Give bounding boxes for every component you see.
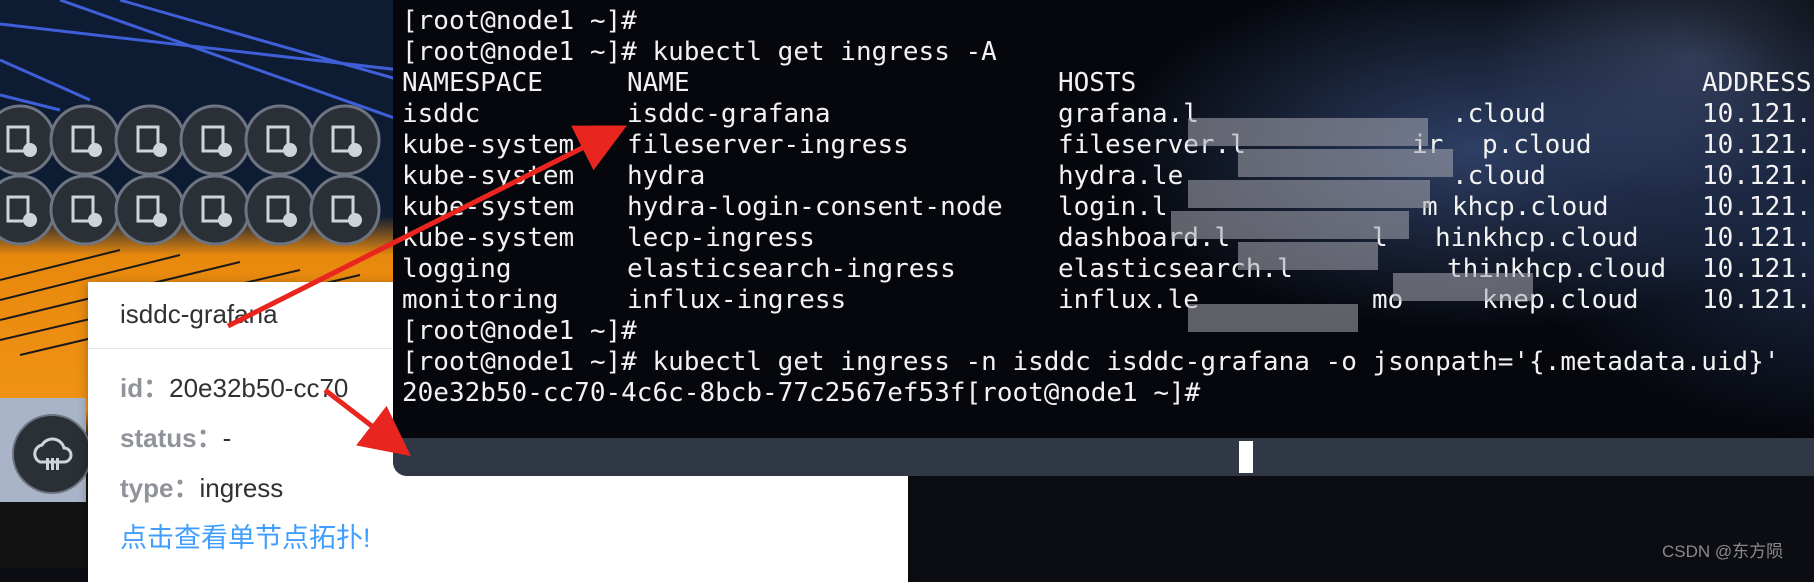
annotation-arrows — [226, 125, 627, 457]
arrow-to-ingress-name — [226, 125, 627, 329]
watermark: CSDN @东方陨 — [1662, 542, 1784, 561]
arrow-to-uid-output — [323, 388, 411, 457]
